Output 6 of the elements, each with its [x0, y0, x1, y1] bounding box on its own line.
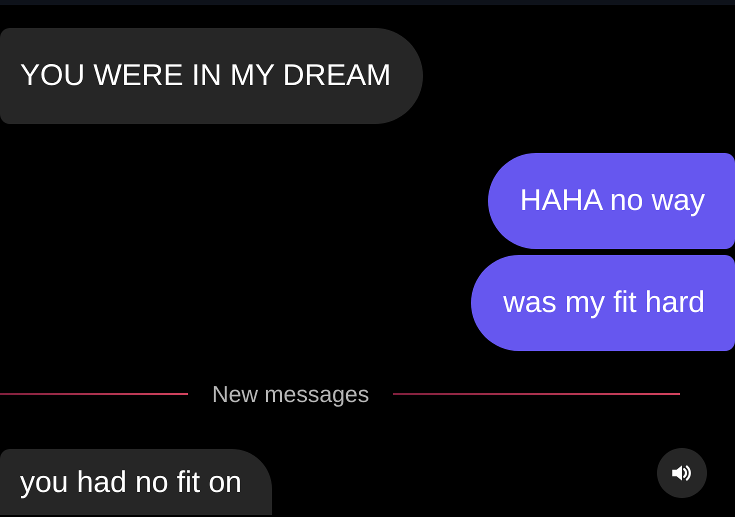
new-messages-label: New messages — [211, 380, 370, 408]
message-bubble: was my fit hard — [471, 255, 735, 351]
message-bubble: YOU WERE IN MY DREAM — [0, 28, 424, 124]
sound-button[interactable] — [657, 448, 707, 498]
message-bubble: HAHA no way — [488, 153, 735, 249]
message-bubble: you had no fit on — [0, 449, 272, 515]
